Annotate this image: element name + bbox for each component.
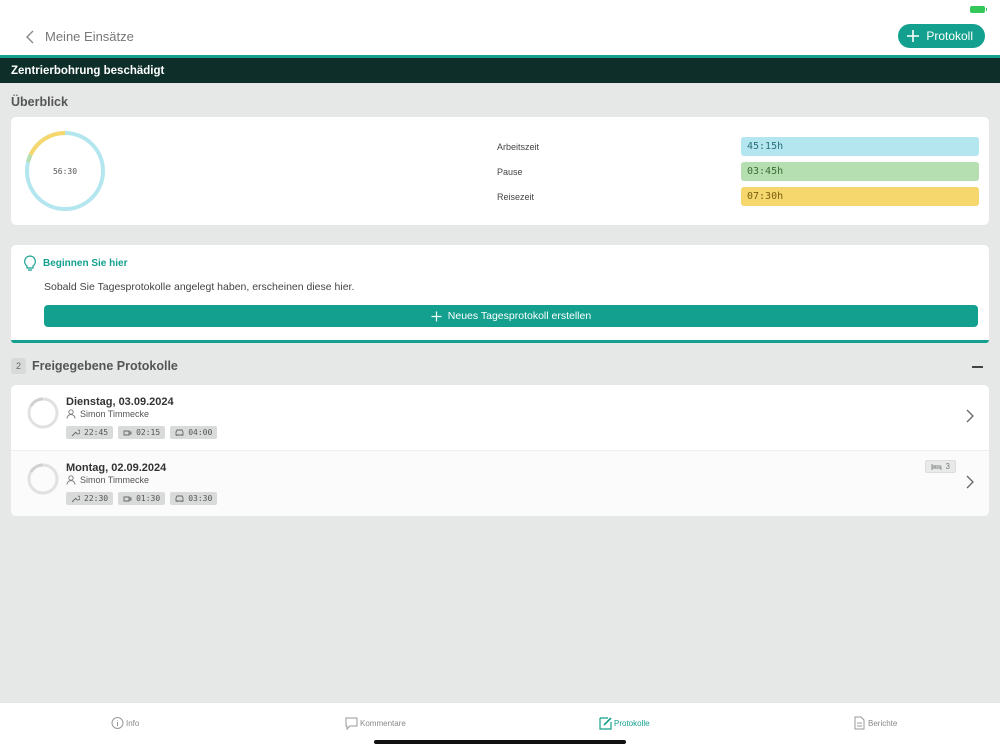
add-protocol-label: Protokoll — [926, 29, 973, 43]
start-hint-card: Beginnen Sie hier Sobald Sie Tagesprotok… — [11, 245, 989, 343]
overnight-count: 3 — [945, 462, 950, 471]
user-name: Simon Timmecke — [80, 475, 150, 485]
chevron-right-icon — [966, 409, 974, 423]
lightbulb-icon — [24, 255, 36, 271]
back-button[interactable]: Meine Einsätze — [25, 29, 134, 44]
plus-icon — [907, 30, 920, 42]
user-icon — [66, 409, 76, 419]
item-date: Montag, 02.09.2024 — [66, 462, 167, 474]
job-title-bar: Zentrierbohrung beschädigt — [0, 55, 1000, 83]
new-daily-protocol-button[interactable]: Neues Tagesprotokoll erstellen — [44, 305, 978, 327]
pause-time-chip: 02:15 — [118, 426, 166, 439]
edit-document-icon — [599, 717, 612, 730]
pause-time: 01:30 — [136, 494, 161, 503]
item-date: Dienstag, 03.09.2024 — [66, 396, 174, 408]
top-bar: Meine Einsätze Protokoll — [0, 0, 1000, 55]
stat-value: 03:45h — [741, 162, 979, 181]
battery-icon — [970, 6, 987, 13]
car-icon — [175, 495, 184, 502]
item-user: Simon Timmecke — [66, 475, 149, 485]
coffee-cup-icon — [123, 496, 132, 502]
work-time: 22:30 — [84, 494, 109, 503]
time-chips: 22:30 01:30 03:30 — [66, 492, 218, 505]
overnight-badge: 3 — [924, 460, 956, 473]
tab-comments[interactable]: Kommentare — [345, 713, 406, 733]
released-heading: Freigegebene Protokolle — [32, 359, 178, 373]
tab-info[interactable]: Info — [111, 713, 139, 733]
start-hint-text: Sobald Sie Tagesprotokolle angelegt habe… — [44, 281, 355, 293]
travel-time-chip: 04:00 — [170, 426, 218, 439]
work-time: 22:45 — [84, 428, 109, 437]
start-hint-title: Beginnen Sie hier — [43, 257, 128, 269]
car-icon — [175, 429, 184, 436]
wrench-icon — [71, 429, 80, 437]
travel-time-chip: 03:30 — [170, 492, 218, 505]
plus-icon — [431, 311, 442, 321]
tab-comments-label: Kommentare — [360, 718, 406, 728]
stat-row-pause: Pause 03:45h — [497, 162, 979, 181]
tab-reports-label: Berichte — [868, 718, 898, 728]
travel-time: 04:00 — [188, 428, 213, 437]
overview-card: 56:30 Arbeitszeit 45:15h Pause 03:45h Re… — [11, 117, 989, 225]
list-item[interactable]: Montag, 02.09.2024 Simon Timmecke 22:30 … — [11, 450, 989, 516]
progress-ring-icon — [27, 397, 59, 429]
stat-label: Pause — [497, 166, 523, 177]
tab-protocols-label: Protokolle — [614, 718, 650, 728]
new-daily-protocol-label: Neues Tagesprotokoll erstellen — [447, 310, 592, 322]
tab-reports[interactable]: Berichte — [853, 713, 897, 733]
stat-label: Arbeitszeit — [497, 141, 540, 152]
bed-icon — [931, 463, 941, 470]
report-document-icon — [854, 716, 865, 730]
pause-time: 02:15 — [136, 428, 161, 437]
donut-total: 56:30 — [52, 166, 78, 176]
collapse-icon[interactable] — [972, 366, 983, 368]
back-label: Meine Einsätze — [45, 29, 134, 44]
job-title: Zentrierbohrung beschädigt — [11, 64, 165, 77]
coffee-cup-icon — [123, 430, 132, 436]
work-time-chip: 22:45 — [66, 426, 114, 439]
released-list: Dienstag, 03.09.2024 Simon Timmecke 22:4… — [11, 385, 989, 516]
overview-heading: Überblick — [11, 95, 68, 109]
start-hint-header: Beginnen Sie hier — [23, 255, 127, 271]
user-name: Simon Timmecke — [80, 409, 150, 419]
pause-time-chip: 01:30 — [118, 492, 166, 505]
item-user: Simon Timmecke — [66, 409, 149, 419]
tab-protocols[interactable]: Protokolle — [599, 713, 650, 733]
stat-row-work: Arbeitszeit 45:15h — [497, 137, 979, 156]
tab-info-label: Info — [126, 718, 140, 728]
info-icon — [111, 717, 124, 729]
comment-icon — [345, 717, 358, 730]
stat-value: 45:15h — [741, 137, 979, 156]
add-protocol-button[interactable]: Protokoll — [898, 24, 985, 48]
stat-label: Reisezeit — [497, 191, 535, 202]
list-item[interactable]: Dienstag, 03.09.2024 Simon Timmecke 22:4… — [11, 385, 989, 450]
chevron-left-icon — [26, 30, 34, 43]
progress-ring-icon — [27, 463, 59, 495]
travel-time: 03:30 — [188, 494, 213, 503]
user-icon — [66, 475, 76, 485]
stat-row-travel: Reisezeit 07:30h — [497, 187, 979, 206]
chevron-right-icon — [966, 475, 974, 489]
work-time-chip: 22:30 — [66, 492, 114, 505]
home-indicator — [374, 740, 626, 744]
stat-value: 07:30h — [741, 187, 979, 206]
wrench-icon — [71, 495, 80, 503]
released-count-badge: 2 — [11, 358, 26, 374]
time-chips: 22:45 02:15 04:00 — [66, 426, 218, 439]
released-header: 2 Freigegebene Protokolle — [11, 358, 178, 374]
